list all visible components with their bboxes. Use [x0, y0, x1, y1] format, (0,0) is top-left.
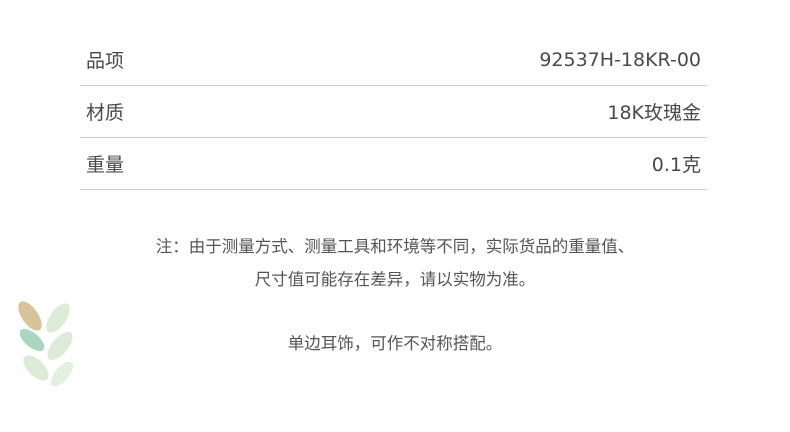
spec-value-material: 18K玫瑰金: [607, 102, 701, 124]
leaf-group: [18, 301, 74, 387]
leaf-sprig-icon: [18, 301, 74, 387]
leaf-tan: [18, 301, 42, 331]
notes-section: 注：由于测量方式、测量工具和环境等不同，实际货品的重量值、 尺寸值可能存在差异，…: [0, 230, 790, 360]
note-line-1: 注：由于测量方式、测量工具和环境等不同，实际货品的重量值、: [155, 237, 635, 256]
spec-label-material: 材质: [86, 102, 125, 124]
spec-row-item: 品项 92537H-18KR-00: [80, 34, 707, 86]
spec-value-item: 92537H-18KR-00: [539, 48, 701, 71]
leaf-pale-top: [46, 303, 70, 333]
spec-row-material: 材质 18K玫瑰金: [80, 86, 707, 138]
note-line-2: 尺寸值可能存在差异，请以实物为准。: [254, 270, 536, 289]
leaf-pale-mid: [47, 331, 73, 361]
spec-value-weight: 0.1克: [651, 154, 701, 176]
spec-label-item: 品项: [86, 50, 125, 72]
spec-table: 品项 92537H-18KR-00 材质 18K玫瑰金 重量 0.1克: [80, 34, 707, 190]
note-line-3: 单边耳饰，可作不对称搭配。: [287, 334, 503, 353]
spec-label-weight: 重量: [86, 154, 125, 176]
leaf-pale-bottom: [50, 361, 74, 387]
leaf-mint: [19, 328, 45, 352]
spec-row-weight: 重量 0.1克: [80, 138, 707, 190]
